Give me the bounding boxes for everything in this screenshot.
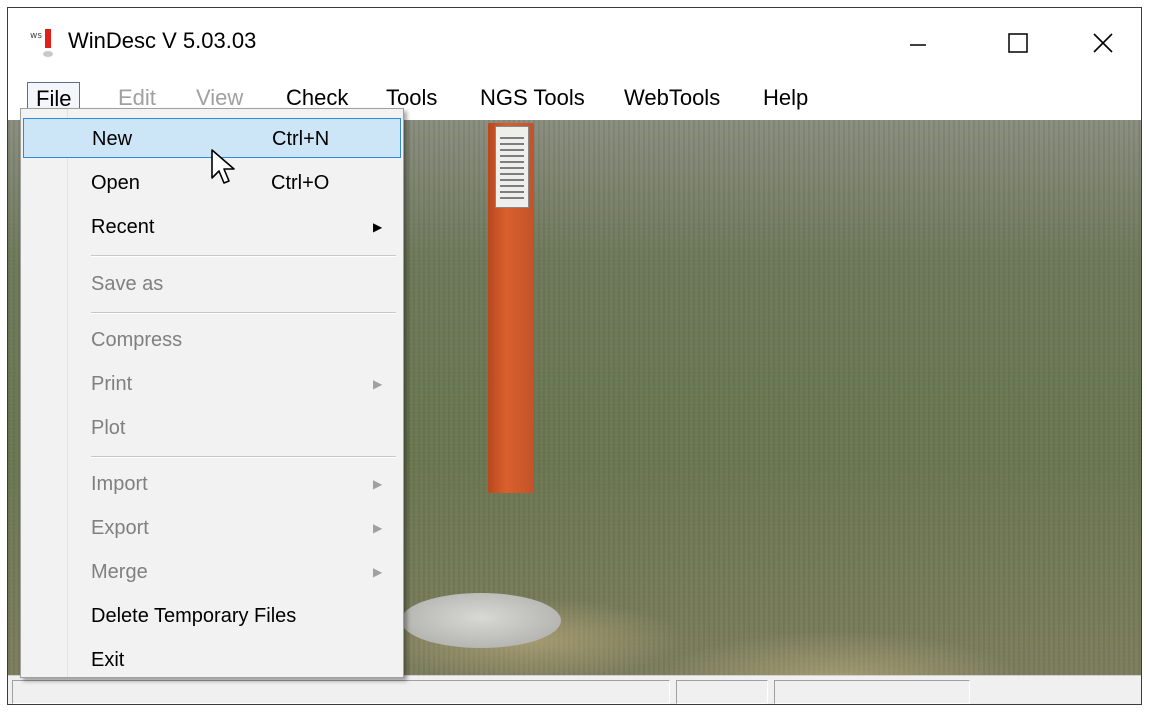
file-menu-print[interactable]: Print ▶ <box>23 364 401 404</box>
minimize-button[interactable] <box>878 14 958 72</box>
menu-help[interactable]: Help <box>755 82 816 114</box>
submenu-arrow-icon: ▶ <box>373 521 383 535</box>
menu-item-label: Exit <box>91 649 125 671</box>
file-menu-plot[interactable]: Plot <box>23 408 401 448</box>
file-menu-recent[interactable]: Recent ▶ <box>23 207 401 247</box>
status-panel-main <box>12 680 670 704</box>
menu-item-label: New <box>92 128 133 150</box>
menu-item-label: Open <box>91 172 140 194</box>
menu-item-shortcut: Ctrl+N <box>272 128 330 150</box>
menu-item-label: Plot <box>91 417 126 439</box>
menu-separator <box>91 312 396 314</box>
menu-item-label: Delete Temporary Files <box>91 605 297 627</box>
menu-separator <box>91 255 396 257</box>
menu-separator <box>91 456 396 458</box>
submenu-arrow-icon: ▶ <box>373 477 383 491</box>
mouse-pointer-icon <box>211 149 235 184</box>
title-bar[interactable]: ws WinDesc V 5.03.03 <box>8 8 1141 76</box>
submenu-arrow-icon: ▶ <box>373 377 383 391</box>
file-menu-dropdown: New Ctrl+N Open Ctrl+O Recent ▶ Save as … <box>20 108 404 678</box>
submenu-arrow-icon: ▶ <box>373 220 383 234</box>
status-panel-3 <box>774 680 970 704</box>
menu-ngs-tools[interactable]: NGS Tools <box>472 82 593 114</box>
svg-text:ws: ws <box>30 31 42 41</box>
menu-item-label: Export <box>91 517 149 539</box>
file-menu-import[interactable]: Import ▶ <box>23 464 401 504</box>
file-menu-exit[interactable]: Exit <box>23 640 401 680</box>
app-exclamation-icon: ws <box>30 29 53 57</box>
close-icon <box>1093 33 1113 53</box>
maximize-button[interactable] <box>978 14 1058 72</box>
file-menu-export[interactable]: Export ▶ <box>23 508 401 548</box>
minimize-icon <box>910 44 926 46</box>
menu-item-label: Compress <box>91 329 183 351</box>
file-menu-delete-temp-files[interactable]: Delete Temporary Files <box>23 596 401 636</box>
status-panel-2 <box>676 680 768 704</box>
menu-webtools[interactable]: WebTools <box>616 82 728 114</box>
menu-item-label: Recent <box>91 216 155 238</box>
file-menu-save-as[interactable]: Save as <box>23 264 401 304</box>
menu-item-shortcut: Ctrl+O <box>271 172 330 194</box>
menu-item-label: Import <box>91 473 148 495</box>
menu-item-label: Print <box>91 373 133 395</box>
survey-disk <box>401 593 561 648</box>
menu-item-label: Merge <box>91 561 148 583</box>
maximize-icon <box>1008 33 1028 53</box>
menu-item-label: Save as <box>91 273 164 295</box>
survey-marker-sign <box>495 126 529 208</box>
file-menu-compress[interactable]: Compress <box>23 320 401 360</box>
window-title: WinDesc V 5.03.03 <box>68 28 257 53</box>
close-button[interactable] <box>1063 14 1141 72</box>
file-menu-merge[interactable]: Merge ▶ <box>23 552 401 592</box>
submenu-arrow-icon: ▶ <box>373 565 383 579</box>
